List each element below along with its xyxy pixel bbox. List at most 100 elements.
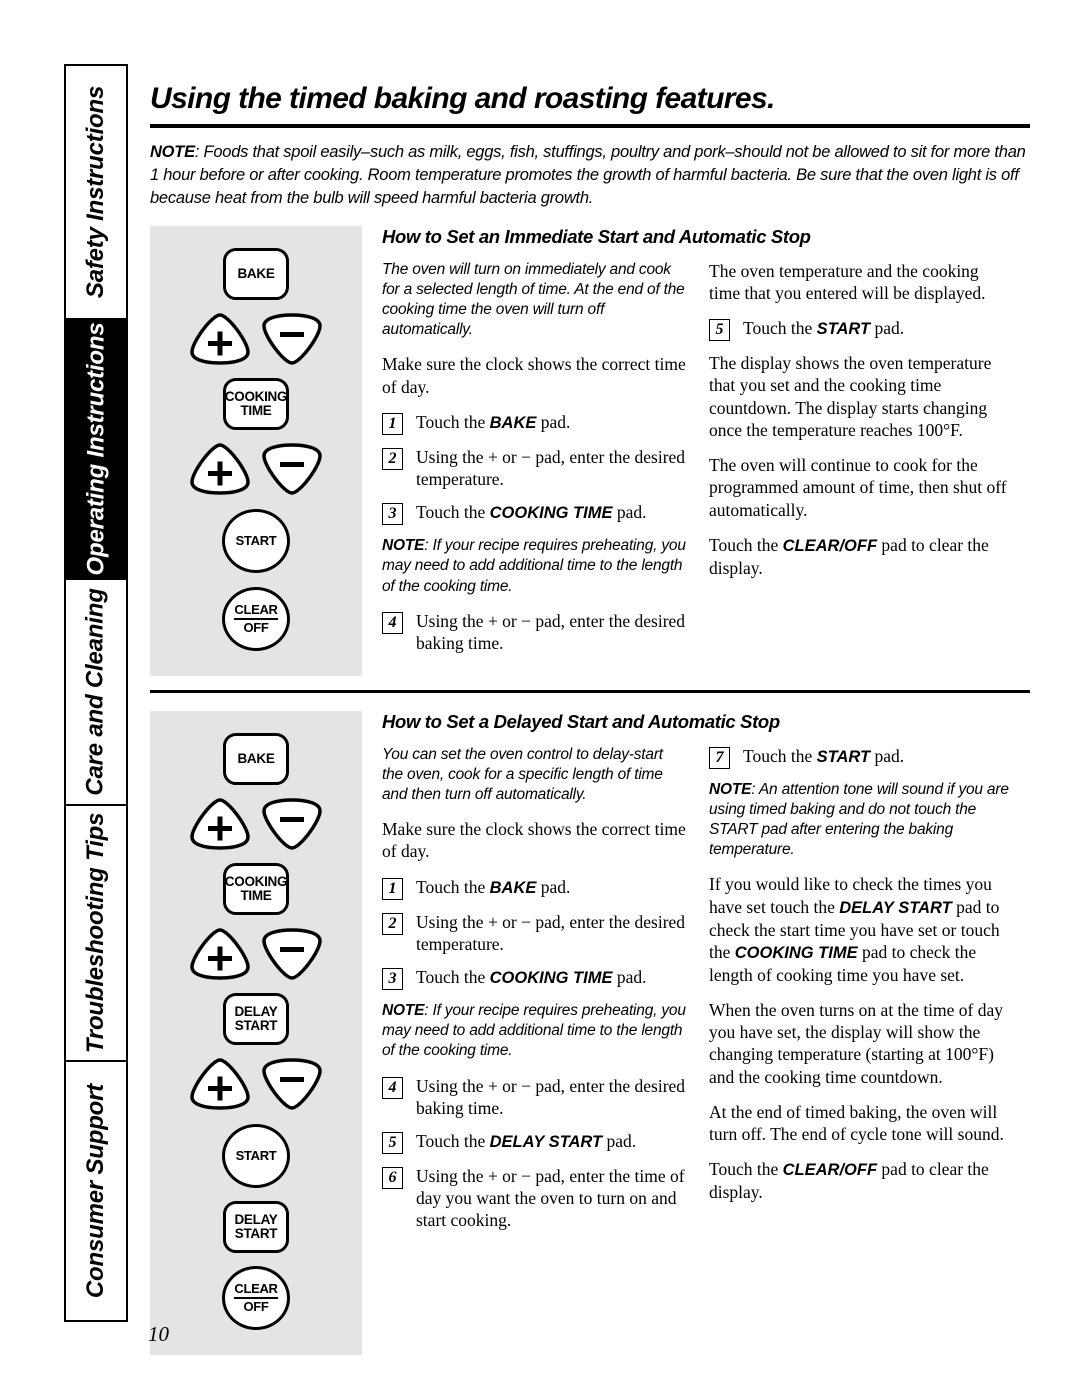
page-title: Using the timed baking and roasting feat… (150, 82, 775, 115)
bake-pad-label: BAKE (237, 750, 275, 766)
intro-note-text: : Foods that spoil easily–such as milk, … (150, 143, 1026, 207)
section1-display-note: The oven temperature and the cooking tim… (709, 260, 986, 304)
oven-control-panel-delayed: BAKE COOKING TIME DELAY START START DELA… (150, 710, 362, 1355)
clear-off-pad[interactable]: CLEAR OFF (222, 586, 290, 651)
page-content: Using the timed baking and roasting feat… (150, 64, 1030, 1355)
section1-right-column: The oven temperature and the cooking tim… (709, 260, 1014, 665)
section2-check-times-note: If you would like to check the times you… (709, 874, 1000, 985)
minus-pad-icon[interactable] (260, 927, 324, 981)
minus-pad-icon[interactable] (260, 312, 324, 366)
control-panel-column: BAKE COOKING TIME (150, 225, 362, 676)
section2-endcycle-note: At the end of timed baking, the oven wil… (709, 1101, 1004, 1145)
intro-note: NOTE: Foods that spoil easily–such as mi… (150, 141, 1030, 209)
bake-pad[interactable]: BAKE (223, 247, 289, 300)
step-text: Touch the BAKE pad. (416, 876, 571, 897)
plus-pad-icon[interactable] (188, 442, 252, 496)
title-divider (150, 124, 1030, 128)
step-item: 7 Touch the START pad. (709, 745, 1014, 769)
section2-heading: How to Set a Delayed Start and Automatic… (382, 710, 780, 732)
step-text: Using the + or − pad, enter the desired … (416, 911, 686, 954)
section1-heading: How to Set an Immediate Start and Automa… (382, 225, 811, 247)
section1-clear-note: Touch the CLEAR/OFF pad to clear the dis… (709, 534, 989, 578)
intro-note-label: NOTE (150, 143, 195, 161)
section1-intro: The oven will turn on immediately and co… (382, 260, 685, 339)
step-number: 1 (382, 877, 403, 900)
sidebar-tab-label: Consumer Support (82, 1083, 110, 1299)
section2-text: How to Set a Delayed Start and Automatic… (362, 711, 1030, 1243)
step-text: Using the + or − pad, enter the time of … (416, 1165, 685, 1231)
clear-off-pad[interactable]: CLEAR OFF (222, 1265, 290, 1330)
step-text: Touch the COOKING TIME pad. (416, 502, 647, 523)
step-text: Touch the START pad. (743, 745, 905, 766)
sidebar-tab-operating-instructions[interactable]: Operating Instructions (66, 320, 126, 580)
step-number: 6 (382, 1166, 403, 1189)
sidebar-tab-safety-instructions[interactable]: Safety Instructions (66, 66, 126, 320)
sidebar-tab-troubleshooting-tips[interactable]: Troubleshooting Tips (66, 806, 126, 1062)
plus-pad-icon[interactable] (188, 927, 252, 981)
step-item: 5 Touch the START pad. (709, 317, 1014, 342)
step-item: 4 Using the + or − pad, enter the desire… (382, 610, 687, 654)
section1-clock-note: Make sure the clock shows the correct ti… (382, 354, 686, 397)
plus-pad-icon[interactable] (188, 797, 252, 851)
off-pad-label: OFF (243, 1298, 269, 1314)
cooking-time-pad[interactable]: COOKING TIME (223, 862, 289, 915)
delay-start-pad[interactable]: DELAY START (223, 992, 289, 1045)
section-immediate-start: BAKE COOKING TIME START CLEAR OFF How to… (150, 225, 1030, 676)
step-item: 2 Using the + or − pad, enter the desire… (382, 446, 687, 490)
delay-start-pad-label: DELAY START (234, 1212, 278, 1241)
section-tab-sidebar: Safety Instructions Operating Instructio… (64, 64, 128, 1322)
step-number: 5 (709, 319, 730, 342)
plus-minus-pad-row-delay (188, 1057, 324, 1111)
start-pad[interactable]: START (222, 508, 290, 573)
sidebar-tab-label: Operating Instructions (82, 322, 109, 576)
delay-start-pad-label: DELAY START (234, 1004, 278, 1033)
step-number: 5 (382, 1131, 403, 1154)
step-text: Touch the BAKE pad. (416, 411, 571, 432)
delay-start-pad[interactable]: DELAY START (223, 1200, 289, 1253)
page-number: 10 (148, 1322, 169, 1346)
step-item: 1 Touch the BAKE pad. (382, 411, 687, 435)
minus-pad-icon[interactable] (260, 442, 324, 496)
section2-turnon-note: When the oven turns on at the time of da… (709, 999, 1004, 1087)
oven-control-panel-immediate: BAKE COOKING TIME START CLEAR OFF (150, 225, 362, 676)
sidebar-tab-care-and-cleaning[interactable]: Care and Cleaning (66, 580, 126, 806)
section-delayed-start: BAKE COOKING TIME DELAY START START DELA… (150, 710, 1030, 1355)
start-pad[interactable]: START (222, 1123, 290, 1188)
plus-minus-pad-row-time (188, 927, 324, 981)
step-item: 5 Touch the DELAY START pad. (382, 1130, 687, 1154)
bake-pad[interactable]: BAKE (223, 732, 289, 785)
step-number: 3 (382, 503, 403, 526)
step-number: 3 (382, 968, 403, 991)
plus-pad-icon[interactable] (188, 1057, 252, 1111)
plus-minus-pad-row-time (188, 442, 324, 496)
section2-clear-note: Touch the CLEAR/OFF pad to clear the dis… (709, 1159, 989, 1203)
section1-text: How to Set an Immediate Start and Automa… (362, 226, 1030, 665)
sidebar-tab-label: Safety Instructions (82, 85, 109, 299)
step-item: 1 Touch the BAKE pad. (382, 876, 687, 900)
cooking-time-pad-label: COOKING TIME (224, 389, 288, 418)
cooking-time-pad[interactable]: COOKING TIME (223, 377, 289, 430)
section1-autoshutoff-note: The oven will continue to cook for the p… (709, 455, 1007, 520)
section2-right-column: 7 Touch the START pad. NOTE: An attentio… (709, 745, 1014, 1243)
section1-left-column: The oven will turn on immediately and co… (382, 260, 687, 665)
step-text: Touch the COOKING TIME pad. (416, 967, 647, 988)
step-number: 2 (382, 912, 403, 935)
section2-left-column: You can set the oven control to delay-st… (382, 745, 687, 1243)
plus-pad-icon[interactable] (188, 312, 252, 366)
minus-pad-icon[interactable] (260, 1057, 324, 1111)
section1-countdown-note: The display shows the oven temperature t… (709, 353, 992, 440)
start-pad-label: START (235, 1148, 277, 1164)
sidebar-tab-label: Care and Cleaning (82, 588, 110, 796)
sidebar-tab-consumer-support[interactable]: Consumer Support (66, 1062, 126, 1320)
clear-pad-label: CLEAR (234, 603, 278, 620)
step-number: 4 (382, 611, 403, 634)
step-text: Using the + or − pad, enter the desired … (416, 610, 686, 653)
step-text: Using the + or − pad, enter the desired … (416, 446, 686, 490)
section1-preheat-note: NOTE: If your recipe requires preheating… (382, 537, 686, 595)
plus-minus-pad-row-temperature (188, 797, 324, 851)
section-divider (150, 689, 1030, 693)
minus-pad-icon[interactable] (260, 797, 324, 851)
step-item: 3 Touch the COOKING TIME pad. (382, 501, 687, 526)
step-text: Using the + or − pad, enter the desired … (416, 1075, 686, 1118)
step-item: 4 Using the + or − pad, enter the desire… (382, 1075, 687, 1119)
